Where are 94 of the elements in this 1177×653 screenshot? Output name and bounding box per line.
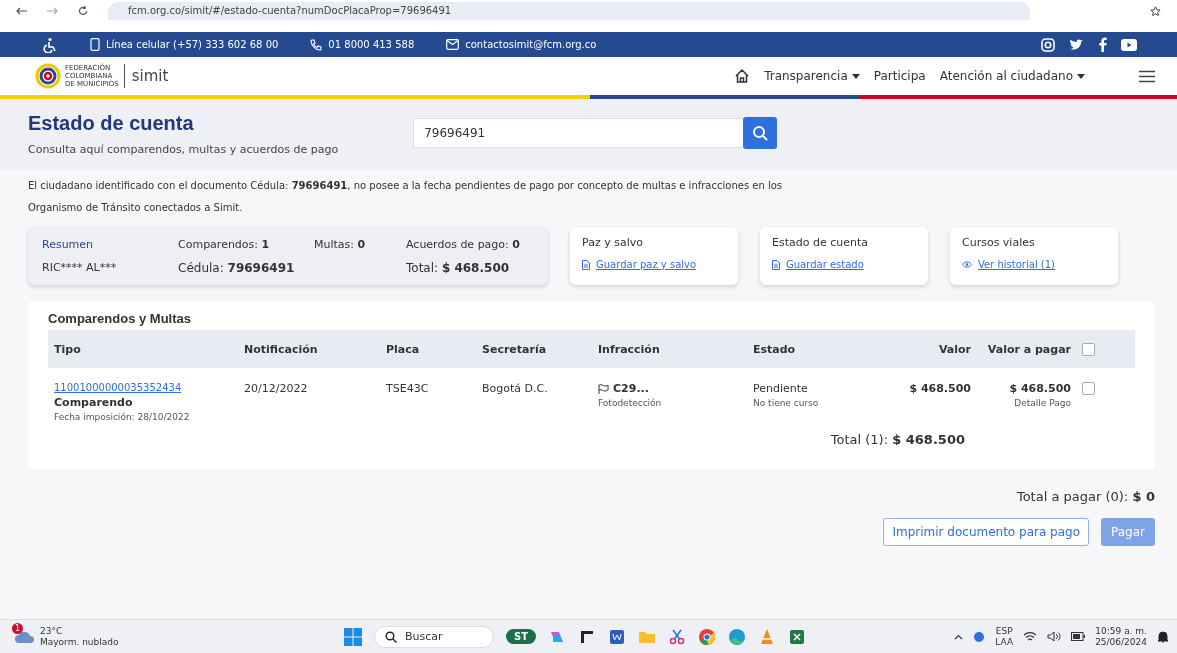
home-icon[interactable] [734, 68, 751, 84]
table-cell-text: Fotodetección [598, 398, 663, 408]
table-cell-text: $ 468.500 [908, 382, 971, 395]
search-icon [385, 630, 397, 643]
column-header: Tipo [54, 342, 82, 356]
column-header: Placa [386, 342, 421, 356]
column-header: Notificación [244, 342, 319, 356]
total-text: Total (1): $ 468.500 [830, 432, 965, 447]
language-text[interactable]: ESP [995, 625, 1013, 637]
clock-date[interactable]: 25/06/2024 [1095, 636, 1147, 648]
back-arrow-icon[interactable] [16, 7, 27, 15]
card-link[interactable]: Guardar paz y salvo [596, 259, 697, 270]
stat-text: Multas: 0 [314, 237, 367, 251]
contact-text[interactable]: contactosimit@fcm.org.co [465, 39, 597, 50]
eye-icon [962, 261, 972, 268]
caret-icon [1077, 73, 1085, 79]
bird-icon[interactable] [1069, 38, 1084, 51]
accessibility-icon[interactable] [42, 36, 58, 53]
notice-text: El ciudadano identificado con el documento Cédula: 79696491, no posee a la fecha pendientes de pago por concepto de multas e infracciones en los Organismo de Tránsito conectados a Simit. [28, 179, 784, 215]
temperature-text: 23°C [40, 625, 64, 637]
table-cell: Detalle Pago [1014, 398, 1071, 408]
record-link[interactable]: 11001000000035352434 [54, 382, 244, 393]
table-cell-text: Pendiente [753, 382, 809, 395]
nav-link[interactable]: Atención al ciudadano [939, 69, 1085, 83]
table-cell-text: No tiene curso [753, 398, 820, 408]
menu-icon[interactable] [1139, 69, 1155, 83]
scissors-icon[interactable] [668, 627, 687, 646]
mail-icon [446, 39, 460, 50]
taskbar-search[interactable]: Buscar [374, 625, 494, 648]
column-header: Infracción [598, 342, 661, 356]
checkbox[interactable] [1082, 342, 1095, 356]
nav-link[interactable]: Transparencia [764, 69, 860, 83]
clock-time[interactable]: 10:59 a. m. [1095, 625, 1147, 637]
facebook-icon[interactable] [1098, 37, 1107, 52]
phone-icon [310, 38, 323, 51]
stat-text: Cédula: 79696491 [178, 260, 296, 275]
caret-icon [851, 73, 860, 79]
star-icon[interactable] [1150, 5, 1161, 17]
owner-name: RIC**** AL*** [42, 260, 118, 275]
wifi-icon[interactable] [1023, 631, 1038, 642]
stat-text: Acuerdos de pago: 0 [406, 237, 521, 251]
table-cell: C29... [613, 382, 649, 395]
stat-text: Total: $ 468.500 [406, 260, 511, 275]
column-header: Estado [753, 342, 797, 356]
stat-text: Comparendos: 1 [178, 237, 271, 251]
search-button[interactable] [743, 116, 778, 149]
document-icon [582, 259, 590, 270]
battery-icon[interactable] [1071, 632, 1086, 641]
card-link[interactable]: Guardar estado [786, 259, 864, 270]
mobile-icon [90, 38, 100, 51]
instagram-icon[interactable] [1041, 37, 1055, 52]
column-header: Valor a pagar [986, 342, 1071, 356]
speaker-icon[interactable] [1047, 631, 1062, 642]
bell-icon[interactable] [1157, 630, 1169, 643]
search-icon [752, 124, 769, 141]
table-cell-text: 20/12/2022 [244, 382, 309, 395]
card-link[interactable]: Ver historial (1) [978, 259, 1055, 270]
print-button[interactable]: Imprimir documento para pago [883, 518, 1090, 546]
reload-icon[interactable] [78, 6, 88, 16]
table-cell-text: TSE43C [386, 382, 430, 395]
app-icon[interactable]: ST [506, 629, 537, 644]
summary-title: Resumen [42, 237, 95, 251]
chrome-icon[interactable] [698, 627, 717, 646]
page-subtitle: Consulta aquí comparendos, multas y acuerdos de pago [28, 143, 339, 156]
table-cell-text: Bogotá D.C. [482, 382, 549, 395]
checkbox[interactable] [1082, 382, 1095, 395]
contact-text[interactable]: 01 8000 413 588 [328, 39, 415, 50]
column-header: Secretaría [482, 342, 548, 356]
document-icon [772, 259, 780, 270]
card-title: Paz y salvo [582, 236, 644, 249]
page-title: Estado de cuenta [28, 112, 195, 135]
card-title: Estado de cuenta [772, 236, 869, 249]
flag-icon [598, 383, 609, 394]
notification-badge: 1 [12, 622, 23, 634]
pay-total-text: Total a pagar (0): $ 0 [1016, 489, 1155, 504]
word-icon[interactable] [608, 627, 627, 646]
weather-text: Mayorm. nublado [40, 636, 119, 648]
column-header: Valor [937, 342, 971, 356]
address-bar[interactable]: fcm.org.co/simit/#/estado-cuenta?numDocPlacaProp=79696491 [108, 2, 1030, 20]
table-cell: $ 468.500 [1009, 382, 1071, 395]
contact-text[interactable]: Línea celular (+57) 333 602 68 00 [106, 39, 279, 50]
windows-icon[interactable] [344, 627, 362, 646]
edge-icon[interactable] [728, 627, 747, 646]
nav-link[interactable]: Participa [873, 69, 926, 83]
layout-text[interactable]: LAA [995, 636, 1014, 648]
table-cell-text: Fecha imposición: 28/10/2022 [54, 412, 191, 422]
card-title: Cursos viales [962, 236, 1036, 249]
video-play-icon[interactable] [1121, 38, 1137, 51]
chevron-up-icon[interactable] [954, 633, 964, 640]
excel-icon[interactable] [788, 627, 807, 646]
table-cell-text: Comparendo [54, 396, 134, 409]
search-field[interactable]: 79696491 [413, 117, 744, 148]
table-title: Comparendos y Multas [48, 311, 193, 326]
brand-name: simit [131, 67, 169, 85]
